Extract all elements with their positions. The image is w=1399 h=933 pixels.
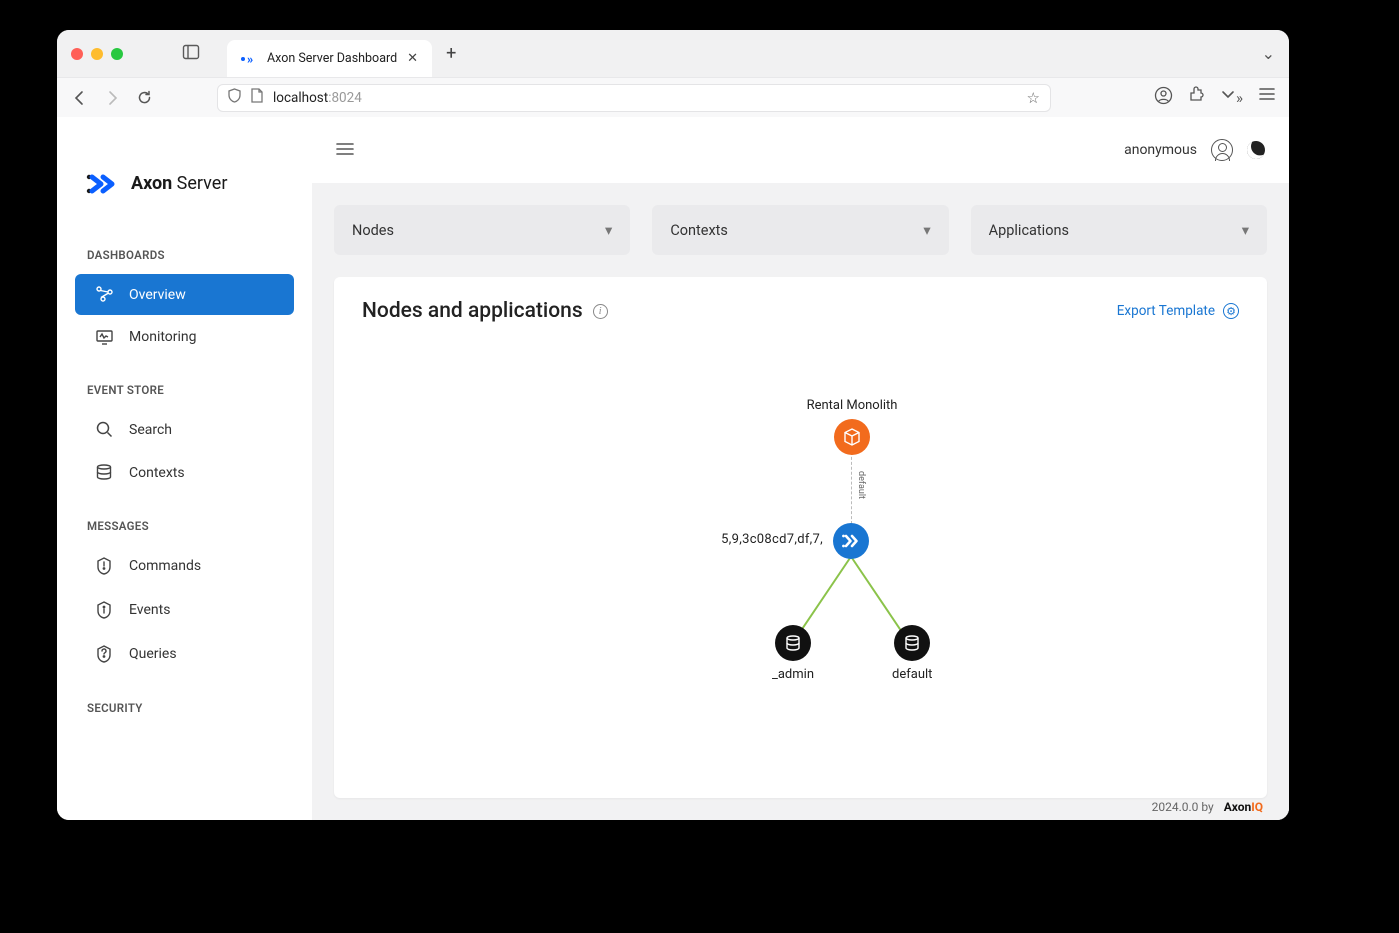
graph-node-context-admin[interactable]: _admin (772, 625, 814, 682)
browser-menu-icon[interactable] (1259, 87, 1275, 108)
graph-node-server[interactable]: 5,9,3c08cd7,df,7, (833, 523, 869, 559)
filter-contexts[interactable]: Contexts ▾ (652, 205, 948, 255)
extensions-icon[interactable] (1188, 87, 1204, 108)
sidebar-item-queries[interactable]: Queries (75, 633, 294, 675)
url-input[interactable]: localhost:8024 ☆ (217, 84, 1051, 112)
nodes-panel: Nodes and applications i Export Template… (334, 277, 1267, 798)
app-sidebar: Axon Server DASHBOARDS Overview Monitori… (57, 117, 312, 820)
window-controls (71, 48, 123, 60)
filter-applications[interactable]: Applications ▾ (971, 205, 1267, 255)
browser-tab-bar: Axon Server Dashboard ✕ + ⌄ (57, 30, 1289, 77)
graph-node-label: _admin (772, 667, 814, 682)
database-icon (95, 464, 113, 481)
theme-toggle-button[interactable] (1244, 138, 1267, 161)
gear-icon (1223, 303, 1239, 319)
page-icon (251, 88, 263, 107)
minimize-window-button[interactable] (91, 48, 103, 60)
sidebar-toggle-button[interactable] (336, 140, 354, 161)
events-icon (95, 601, 113, 619)
reload-button[interactable] (135, 90, 153, 105)
bookmark-icon[interactable]: ☆ (1027, 89, 1040, 107)
sidebar-item-monitoring[interactable]: Monitoring (75, 317, 294, 357)
sidebar-item-label: Events (129, 602, 170, 618)
export-template-button[interactable]: Export Template (1117, 303, 1239, 319)
sidebar-item-events[interactable]: Events (75, 589, 294, 631)
graph-node-label: default (892, 667, 932, 682)
info-icon[interactable]: i (593, 304, 608, 319)
graph-edge-label: default (856, 471, 866, 499)
chevron-down-icon: ▾ (605, 222, 612, 239)
maximize-window-button[interactable] (111, 48, 123, 60)
nav-heading-event-store: EVENT STORE (57, 383, 312, 407)
graph-node-label: Rental Monolith (807, 398, 898, 413)
back-button[interactable] (71, 90, 89, 106)
overview-icon (95, 286, 113, 303)
sidebar-item-commands[interactable]: Commands (75, 545, 294, 587)
sidebar-item-overview[interactable]: Overview (75, 274, 294, 315)
account-icon[interactable] (1155, 87, 1172, 108)
chevron-down-icon: ▾ (923, 222, 930, 239)
nav-heading-security: SECURITY (57, 701, 312, 725)
cube-icon (834, 419, 870, 455)
queries-icon (95, 645, 113, 663)
monitoring-icon (95, 330, 113, 345)
product-logo: Axon Server (57, 117, 312, 224)
nav-heading-messages: MESSAGES (57, 519, 312, 543)
shield-icon (228, 88, 241, 107)
sidebar-item-label: Monitoring (129, 329, 197, 345)
filter-nodes[interactable]: Nodes ▾ (334, 205, 630, 255)
sidebar-item-label: Contexts (129, 465, 185, 481)
database-icon (894, 625, 930, 661)
forward-button[interactable] (103, 90, 121, 106)
tabs-overflow-icon[interactable]: ⌄ (1262, 44, 1275, 63)
tab-title: Axon Server Dashboard (267, 51, 397, 66)
browser-sidebar-icon[interactable] (183, 45, 199, 63)
sidebar-item-contexts[interactable]: Contexts (75, 452, 294, 493)
new-tab-button[interactable]: + (446, 43, 456, 64)
sidebar-item-label: Queries (129, 646, 177, 662)
graph-edge (850, 452, 852, 524)
topology-graph[interactable]: default Rental Monolith 5,9,3c08 (362, 323, 1239, 776)
graph-node-application[interactable]: Rental Monolith (809, 398, 895, 455)
version-text: 2024.0.0 by (1152, 800, 1214, 814)
sidebar-item-label: Commands (129, 558, 201, 574)
filter-bar: Nodes ▾ Contexts ▾ Applications ▾ (334, 205, 1267, 255)
database-icon (775, 625, 811, 661)
sidebar-item-label: Overview (129, 287, 186, 303)
overflow-icon[interactable]: » (1220, 87, 1243, 108)
axon-logo-icon (833, 523, 869, 559)
tab-close-icon[interactable]: ✕ (407, 51, 418, 66)
search-icon (95, 421, 113, 438)
tab-favicon-icon (241, 51, 257, 67)
panel-title: Nodes and applications i (362, 299, 608, 323)
app-footer: 2024.0.0 by AxonIQ (1152, 800, 1263, 814)
filter-label: Applications (989, 222, 1069, 239)
current-user: anonymous (1124, 142, 1197, 158)
user-icon[interactable] (1211, 139, 1233, 161)
browser-tab[interactable]: Axon Server Dashboard ✕ (227, 40, 432, 77)
vendor-logo: AxonIQ (1224, 800, 1263, 814)
url-host: localhost:8024 (273, 90, 362, 106)
browser-address-bar: localhost:8024 ☆ » (57, 77, 1289, 117)
sidebar-item-search[interactable]: Search (75, 409, 294, 450)
close-window-button[interactable] (71, 48, 83, 60)
commands-icon (95, 557, 113, 575)
product-logo-icon (85, 174, 121, 194)
graph-node-label: 5,9,3c08cd7,df,7, (721, 532, 823, 547)
filter-label: Contexts (670, 222, 728, 239)
app-topbar: anonymous (312, 117, 1289, 183)
chevron-down-icon: ▾ (1242, 222, 1249, 239)
sidebar-item-label: Search (129, 422, 172, 438)
nav-heading-dashboards: DASHBOARDS (57, 248, 312, 272)
product-name: Axon Server (131, 173, 227, 194)
graph-node-context-default[interactable]: default (892, 625, 932, 682)
filter-label: Nodes (352, 222, 394, 239)
